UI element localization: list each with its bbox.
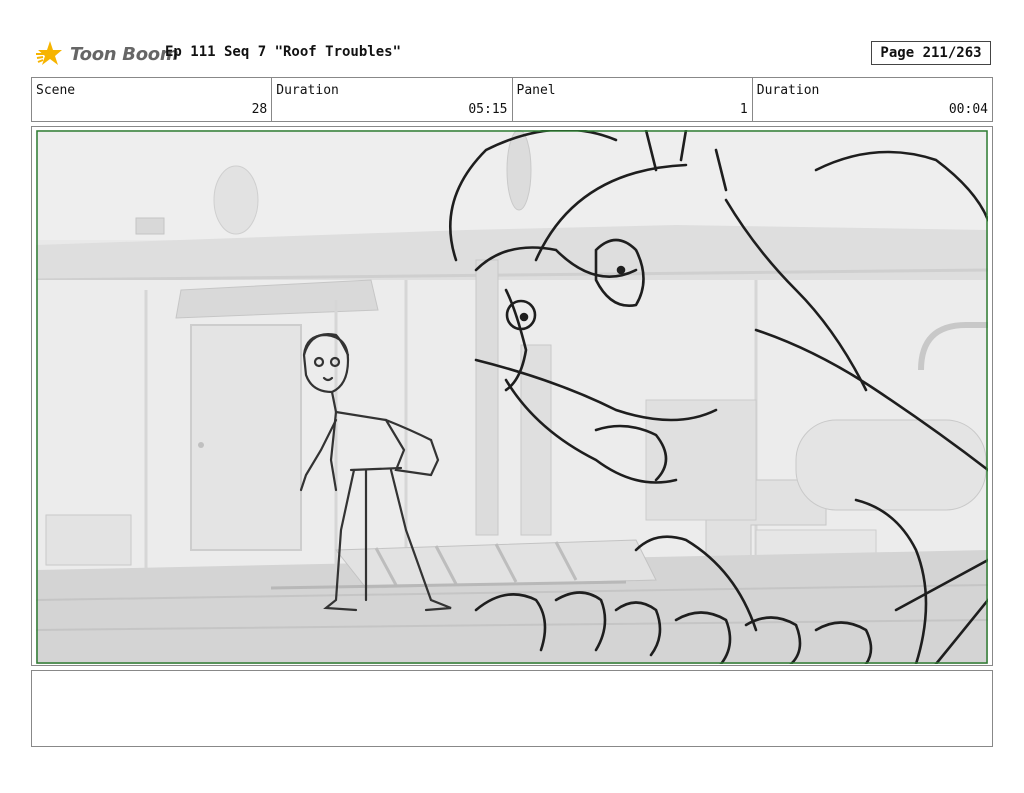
panel-label: Panel [516, 83, 556, 98]
scene-duration-cell: Duration 05:15 [272, 78, 513, 121]
scene-duration-label: Duration [276, 83, 339, 98]
panel-duration-cell: Duration 00:04 [753, 78, 992, 121]
sequence-title: Ep 111 Seq 7 "Roof Troubles" [165, 44, 402, 60]
page-number: Page 211/263 [871, 41, 991, 65]
panel-value: 1 [739, 102, 748, 117]
storyboard-panel-image [36, 130, 988, 664]
panel-duration-value: 00:04 [948, 102, 988, 117]
scene-info-row: Scene 28 Duration 05:15 Panel 1 Duration… [31, 77, 993, 122]
notes-box [31, 670, 993, 747]
logo-text: Toon Boom [70, 43, 179, 65]
scene-value: 28 [251, 102, 268, 117]
scene-duration-value: 05:15 [468, 102, 508, 117]
panel-cell: Panel 1 [513, 78, 753, 121]
scene-cell: Scene 28 [32, 78, 273, 121]
scene-label: Scene [36, 83, 76, 98]
panel-duration-label: Duration [756, 83, 820, 98]
toon-boom-logo: Toon Boom [34, 38, 179, 70]
toon-boom-star-icon [36, 41, 62, 65]
